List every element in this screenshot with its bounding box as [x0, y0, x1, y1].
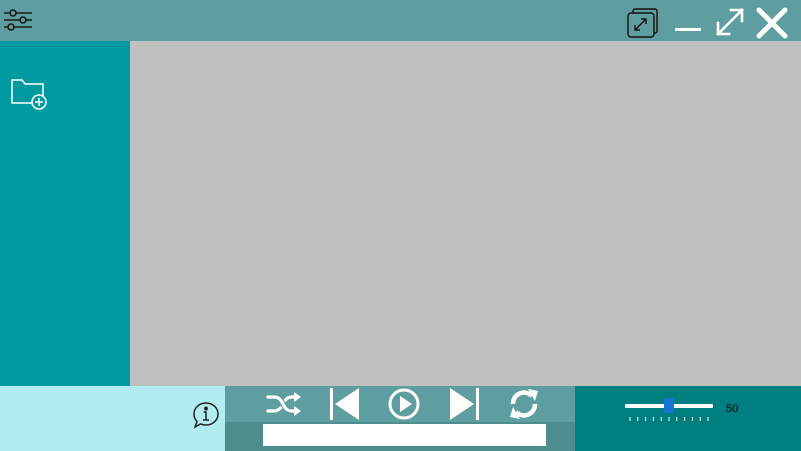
- volume-value: 50: [726, 403, 739, 415]
- playback-controls: [225, 386, 575, 451]
- progress-bar[interactable]: [263, 424, 546, 446]
- add-folder-icon[interactable]: [10, 76, 50, 112]
- volume-slider-ticks: [629, 417, 709, 421]
- close-icon[interactable]: [755, 6, 789, 40]
- shuffle-icon[interactable]: [266, 391, 302, 417]
- info-panel: [0, 386, 225, 451]
- info-bubble-icon[interactable]: [192, 401, 220, 429]
- main-content-area[interactable]: [130, 41, 801, 386]
- title-bar: [0, 0, 801, 41]
- sidebar: [0, 41, 130, 386]
- repeat-icon[interactable]: [508, 388, 540, 420]
- next-icon[interactable]: [448, 388, 480, 420]
- playback-buttons: [225, 386, 575, 422]
- restore-window-icon[interactable]: [626, 7, 660, 39]
- minimize-icon[interactable]: [674, 26, 702, 34]
- settings-sliders-icon[interactable]: [3, 8, 33, 32]
- play-icon[interactable]: [388, 388, 420, 420]
- volume-panel: 50: [575, 386, 801, 451]
- previous-icon[interactable]: [329, 388, 361, 420]
- volume-slider-thumb[interactable]: [664, 398, 674, 413]
- progress-strip: [225, 422, 575, 451]
- maximize-icon[interactable]: [714, 6, 746, 38]
